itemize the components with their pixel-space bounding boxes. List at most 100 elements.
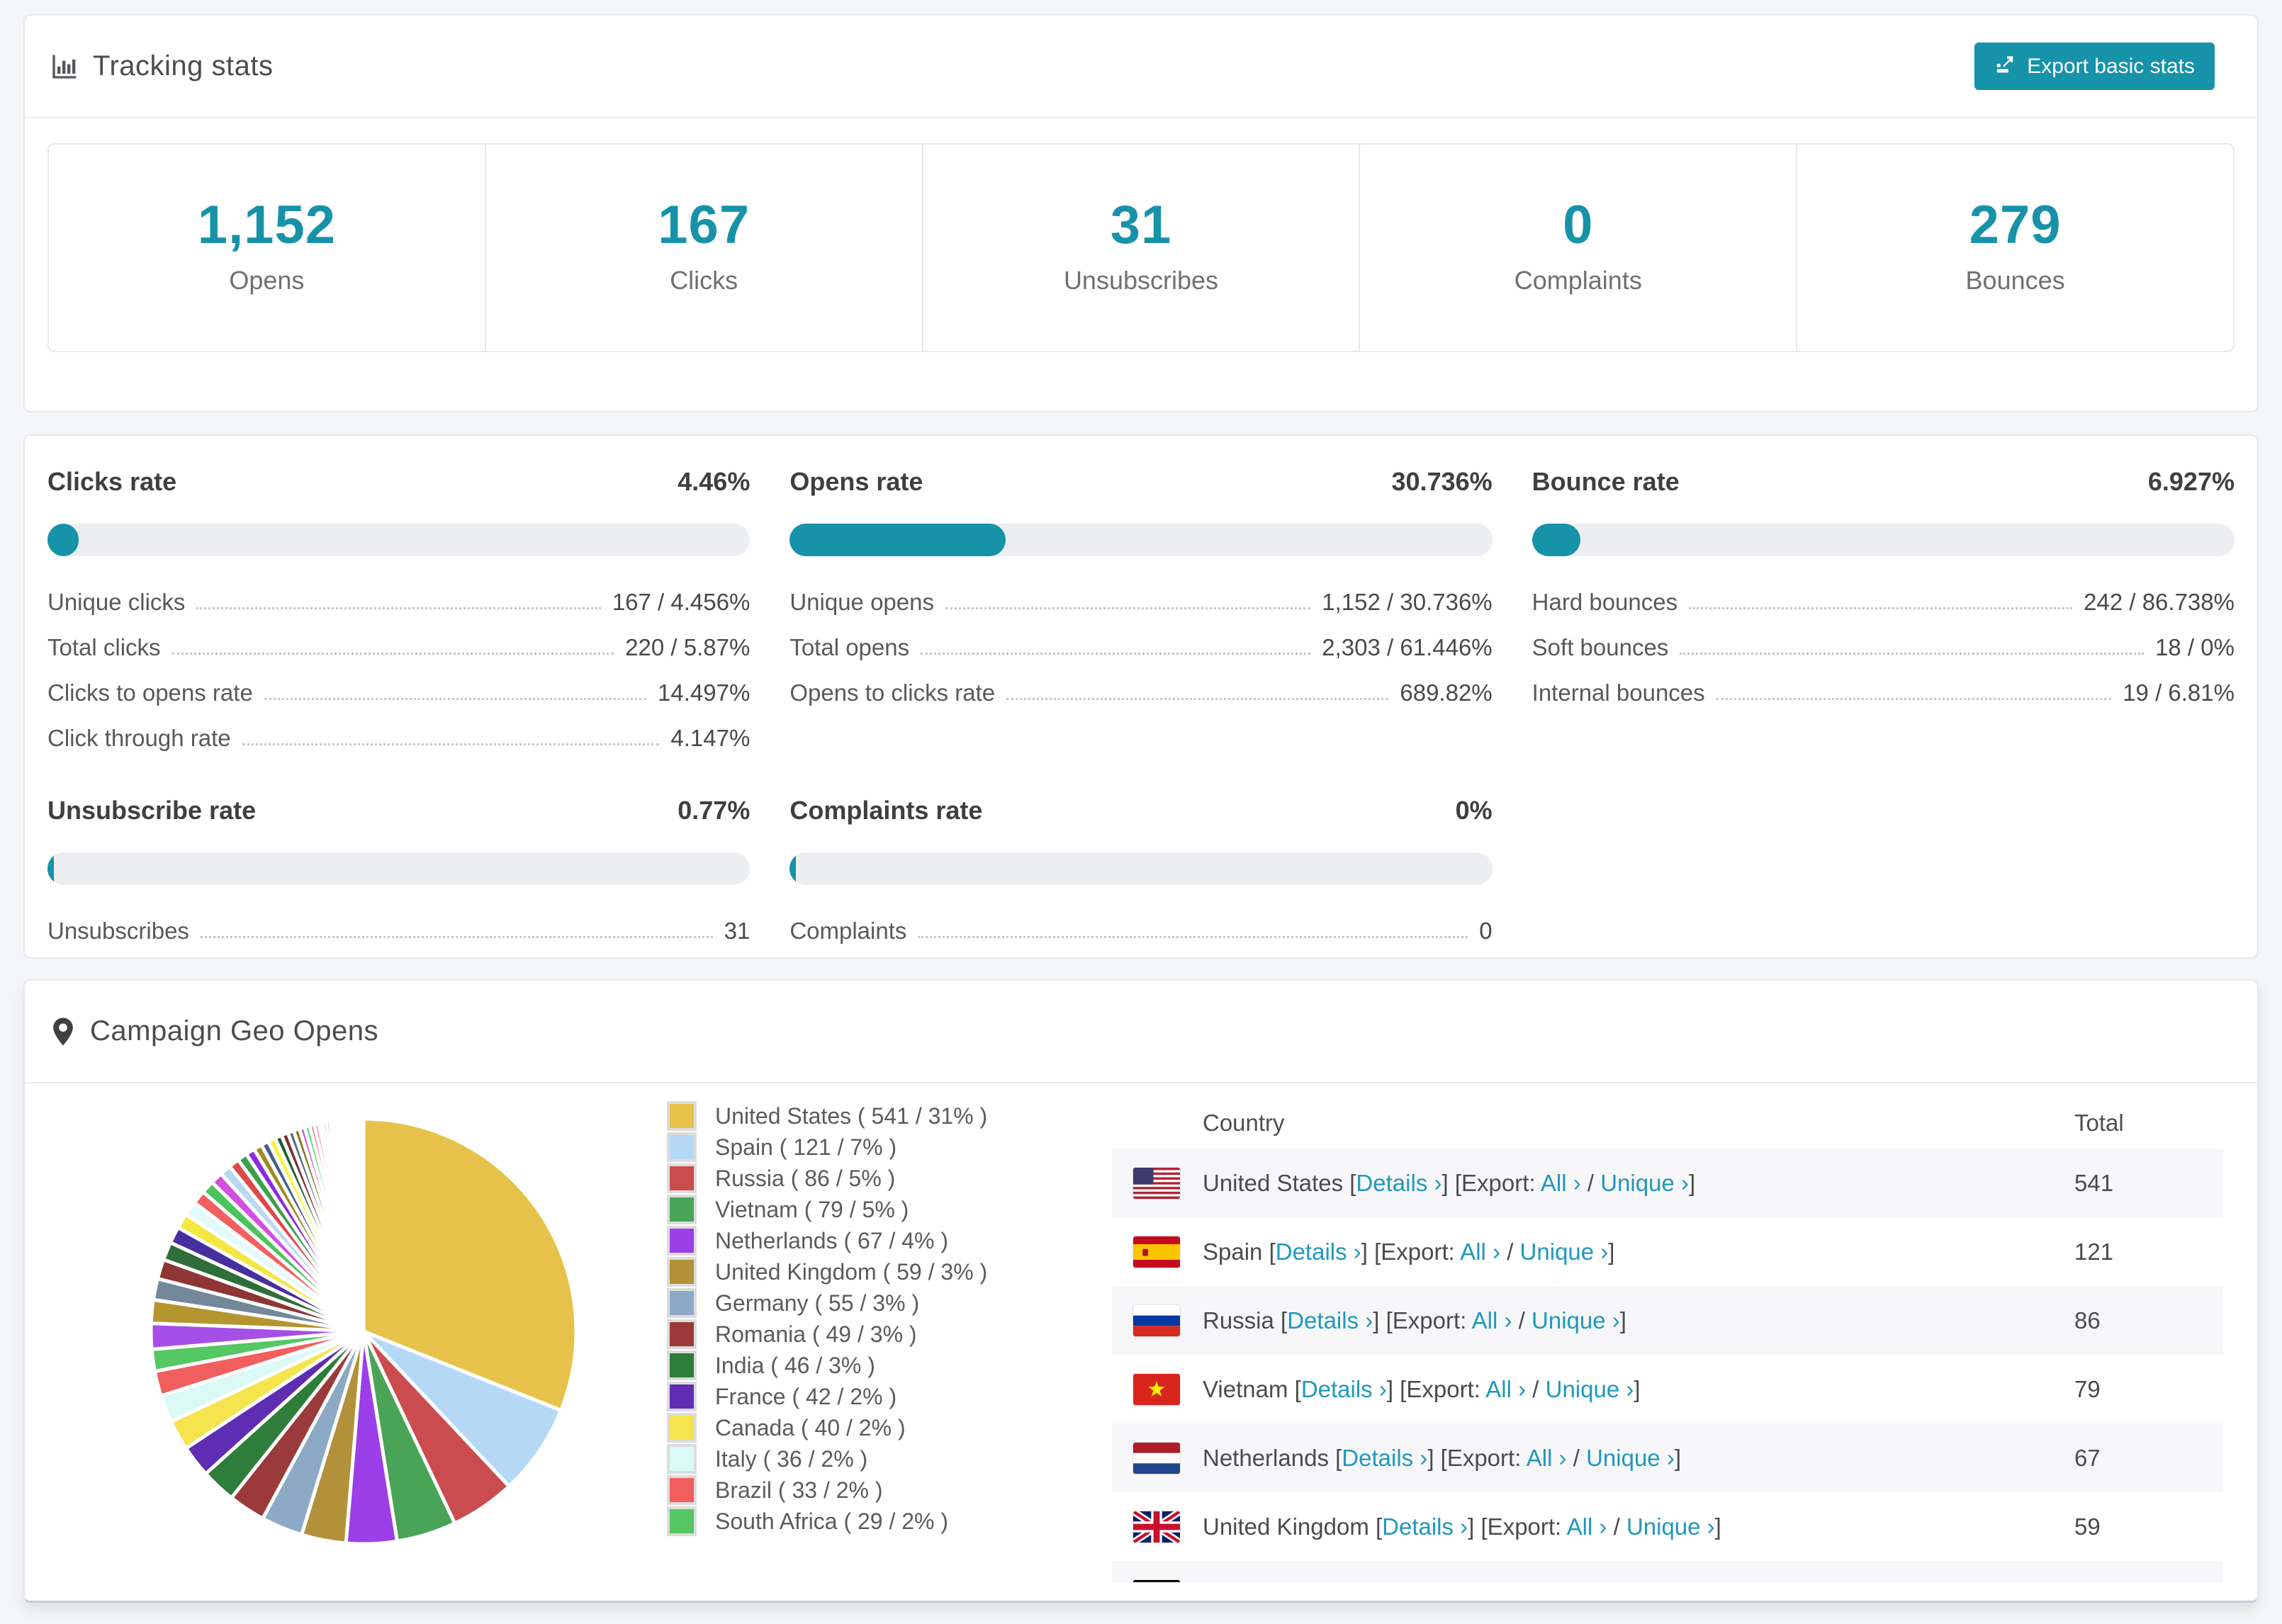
export-all-link[interactable]: All › <box>1472 1307 1512 1333</box>
slash-separator: / <box>1500 1238 1520 1265</box>
slash-separator: / <box>1526 1375 1546 1402</box>
geo-table: Country Total United States [Details ›] … <box>1112 1098 2223 1582</box>
dotted-leader <box>242 743 660 745</box>
legend-swatch <box>667 1350 697 1380</box>
legend-item: Italy ( 36 / 2% ) <box>667 1443 1050 1474</box>
country-cell: Spain [Details ›] [Export: All › / Uniqu… <box>1112 1236 2074 1268</box>
closing-bracket: ] <box>1634 1375 1641 1402</box>
total-cell: 59 <box>2074 1513 2101 1540</box>
legend-item: United States ( 541 / 31% ) <box>667 1100 1050 1132</box>
legend-label: Italy ( 36 / 2% ) <box>715 1445 868 1472</box>
details-link[interactable]: Details › <box>1301 1376 1387 1402</box>
dotted-leader <box>264 698 647 700</box>
rate-row-label: Hard bounces <box>1531 589 1678 615</box>
legend-label: Vietnam ( 79 / 5% ) <box>715 1196 909 1222</box>
country-links-line: Russia [Details ›] [Export: All › / Uniq… <box>1203 1307 1626 1334</box>
rate-row-value: 689.82% <box>1400 680 1493 706</box>
slash-separator: / <box>1607 1513 1626 1540</box>
closing-bracket: ] <box>1714 1513 1721 1540</box>
total-cell: 55 <box>2074 1582 2223 1583</box>
export-unique-link[interactable]: Unique › <box>1626 1513 1715 1540</box>
stat-opens: 1,152 Opens <box>49 145 485 351</box>
es-flag-icon <box>1133 1236 1180 1268</box>
country-cell: Vietnam [Details ›] [Export: All › / Uni… <box>1112 1373 2074 1405</box>
details-link[interactable]: Details › <box>1356 1170 1441 1196</box>
export-unique-link[interactable]: Unique › <box>1556 1582 1645 1583</box>
rate-row-label: Complaints <box>789 918 907 944</box>
rate-row-value: 167 / 4.456% <box>612 589 751 615</box>
dotted-leader <box>945 607 1311 609</box>
export-unique-link[interactable]: Unique › <box>1546 1376 1634 1402</box>
complaints-rate-value: 0% <box>1455 796 1493 825</box>
stat-bounces: 279 Bounces <box>1796 145 2233 351</box>
export-basic-stats-button[interactable]: Export basic stats <box>1974 43 2215 90</box>
rate-row-label: Total opens <box>789 634 910 660</box>
export-unique-link[interactable]: Unique › <box>1600 1170 1689 1196</box>
rate-detail-row: Soft bounces 18 / 0% <box>1532 634 2235 661</box>
details-link[interactable]: Details › <box>1287 1307 1373 1333</box>
stat-complaints-value: 0 <box>1563 195 1594 255</box>
legend-item: Vietnam ( 79 / 5% ) <box>667 1194 1050 1225</box>
slash-separator: / <box>1512 1307 1532 1333</box>
rate-row-value: 1,152 / 30.736% <box>1322 589 1493 615</box>
export-all-link[interactable]: All › <box>1541 1170 1581 1196</box>
rate-row-value: 4.147% <box>670 725 751 751</box>
dotted-leader <box>1006 698 1389 700</box>
legend-label: Brazil ( 33 / 2% ) <box>715 1477 883 1503</box>
legend-item: Romania ( 49 / 3% ) <box>667 1319 1050 1350</box>
details-link[interactable]: Details › <box>1382 1513 1468 1540</box>
legend-swatch <box>667 1444 697 1474</box>
rate-row-value: 18 / 0% <box>2155 634 2235 660</box>
export-unique-link[interactable]: Unique › <box>1531 1307 1620 1333</box>
legend-label: Netherlands ( 67 / 4% ) <box>715 1227 949 1253</box>
legend-label: Spain ( 121 / 7% ) <box>715 1134 897 1160</box>
rate-row-value: 220 / 5.87% <box>625 634 751 660</box>
tracking-stats-card: Tracking stats Export basic stats 1,152 … <box>23 14 2259 412</box>
total-cell: 67 <box>2074 1444 2101 1471</box>
legend-item: Germany ( 55 / 3% ) <box>667 1287 1050 1319</box>
legend-label: Germany ( 55 / 3% ) <box>715 1290 920 1316</box>
export-icon <box>1994 53 2016 80</box>
details-link[interactable]: Details › <box>1312 1582 1398 1583</box>
export-all-link[interactable]: All › <box>1567 1513 1607 1540</box>
country-name: Netherlands [ <box>1203 1444 1342 1471</box>
stat-opens-value: 1,152 <box>197 195 336 255</box>
export-all-link[interactable]: All › <box>1485 1376 1526 1402</box>
stats-summary-row: 1,152 Opens 167 Clicks 31 Unsubscribes 0… <box>47 143 2235 352</box>
rate-detail-row: Unique opens 1,152 / 30.736% <box>789 589 1492 616</box>
rate-row-value: 14.497% <box>658 680 751 706</box>
export-all-link[interactable]: All › <box>1527 1445 1567 1471</box>
legend-label: Romania ( 49 / 3% ) <box>715 1321 917 1347</box>
total-cell: 79 <box>2074 1375 2101 1402</box>
geo-table-row: United States [Details ›] [Export: All ›… <box>1112 1149 2223 1217</box>
rate-detail-row: Hard bounces 242 / 86.738% <box>1532 589 2235 616</box>
column-header-country: Country <box>1203 1110 1285 1136</box>
export-all-link[interactable]: All › <box>1460 1239 1500 1265</box>
rate-row-value: 242 / 86.738% <box>2084 589 2235 615</box>
bounce-rate-rows: Hard bounces 242 / 86.738% Soft bounces 18 … <box>1532 589 2235 706</box>
closing-bracket: ] <box>1608 1238 1615 1265</box>
rate-row-value: 0 <box>1479 918 1493 944</box>
export-unique-link[interactable]: Unique › <box>1520 1239 1609 1265</box>
stat-bounces-value: 279 <box>1969 195 2062 255</box>
tracking-stats-header: Tracking stats Export basic stats <box>25 16 2257 118</box>
clicks-rate-title: Clicks rate <box>47 467 177 496</box>
total-cell: 86 <box>2074 1307 2101 1333</box>
rate-row-label: Unique opens <box>789 589 934 615</box>
clicks-rate-bar <box>47 524 751 556</box>
rate-detail-row: Click through rate 4.147% <box>47 725 750 752</box>
details-link[interactable]: Details › <box>1276 1239 1361 1265</box>
rate-detail-row: Clicks to opens rate 14.497% <box>47 680 750 706</box>
legend-swatch <box>667 1226 697 1256</box>
country-cell: United States [Details ›] [Export: All ›… <box>1112 1167 2074 1199</box>
clicks-rate-block: Clicks rate 4.46% Unique clicks 167 / 4.4… <box>47 467 751 752</box>
export-all-link[interactable]: All › <box>1496 1582 1536 1583</box>
details-link[interactable]: Details › <box>1342 1445 1427 1471</box>
export-unique-link[interactable]: Unique › <box>1586 1445 1675 1471</box>
complaints-rate-bar <box>789 852 1493 885</box>
country-links-line: Vietnam [Details ›] [Export: All › / Uni… <box>1203 1376 1641 1403</box>
legend-label: South Africa ( 29 / 2% ) <box>715 1508 949 1534</box>
legend-swatch <box>667 1319 697 1349</box>
slash-separator: / <box>1580 1169 1601 1196</box>
legend-label: Russia ( 86 / 5% ) <box>715 1165 896 1191</box>
